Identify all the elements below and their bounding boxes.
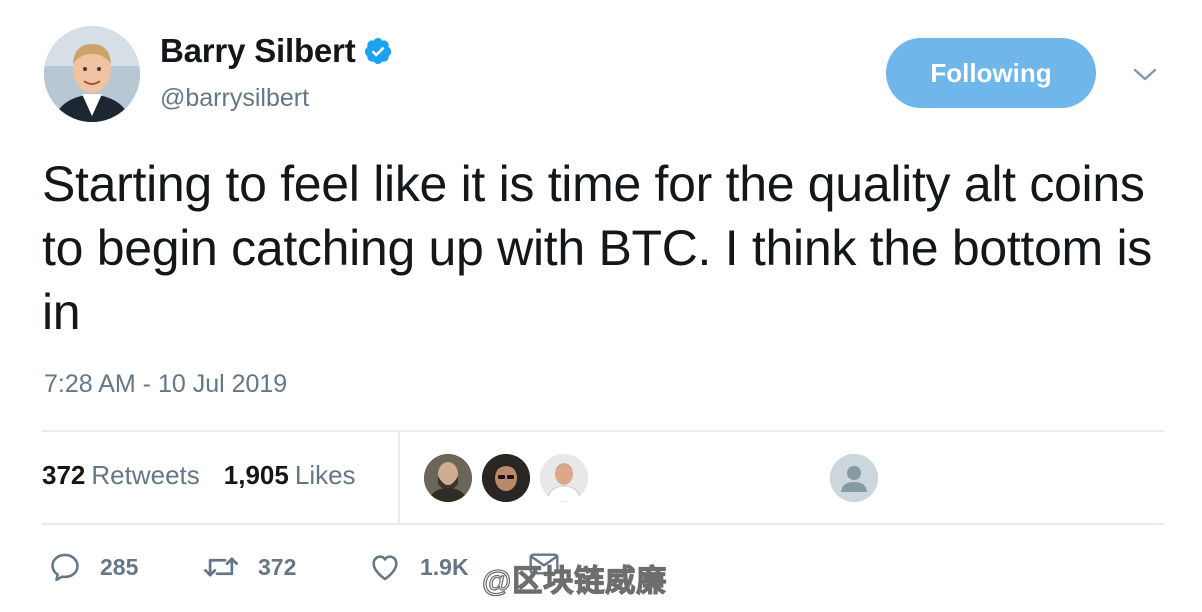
reply-button[interactable]: 285 <box>48 550 138 584</box>
retweet-button[interactable]: 372 <box>202 550 296 584</box>
tweet-text: Starting to feel like it is time for the… <box>42 156 1152 340</box>
reply-icon <box>51 553 79 582</box>
likes-label: Likes <box>294 460 356 490</box>
divider <box>398 432 400 523</box>
tweet-card: Barry Silbert @barrysilbert Following St… <box>0 0 1202 612</box>
retweet-icon <box>204 557 238 577</box>
default-avatar-icon[interactable] <box>830 454 878 502</box>
liker-avatar[interactable] <box>540 454 588 502</box>
divider <box>42 430 1164 432</box>
like-button[interactable]: 1.9K <box>368 550 469 584</box>
retweets-count: 372 <box>42 460 86 490</box>
tweet-stats: 372 Retweets 1,905 Likes <box>42 460 356 491</box>
retweet-count: 372 <box>258 553 297 580</box>
reply-count: 285 <box>100 553 139 580</box>
user-display-name[interactable]: Barry Silbert <box>160 32 356 70</box>
likes-stat[interactable]: 1,905 Likes <box>224 460 356 491</box>
divider <box>42 523 1164 525</box>
retweets-stat[interactable]: 372 Retweets <box>42 460 200 491</box>
watermark: @区块链威廉 <box>481 564 668 598</box>
retweets-label: Retweets <box>91 460 200 490</box>
liker-avatar[interactable] <box>424 454 472 502</box>
tweet-timestamp[interactable]: 7:28 AM - 10 Jul 2019 <box>44 370 287 399</box>
heart-icon <box>372 555 398 581</box>
user-avatar[interactable] <box>44 26 140 122</box>
likes-count: 1,905 <box>223 460 289 490</box>
liker-avatar[interactable] <box>482 454 530 502</box>
like-count: 1.9K <box>420 553 469 580</box>
verified-badge-icon <box>365 38 392 64</box>
following-button[interactable]: Following <box>886 38 1096 108</box>
chevron-down-icon[interactable] <box>1132 64 1158 86</box>
user-handle[interactable]: @barrysilbert <box>160 84 309 113</box>
user-name-row: Barry Silbert <box>160 32 393 70</box>
